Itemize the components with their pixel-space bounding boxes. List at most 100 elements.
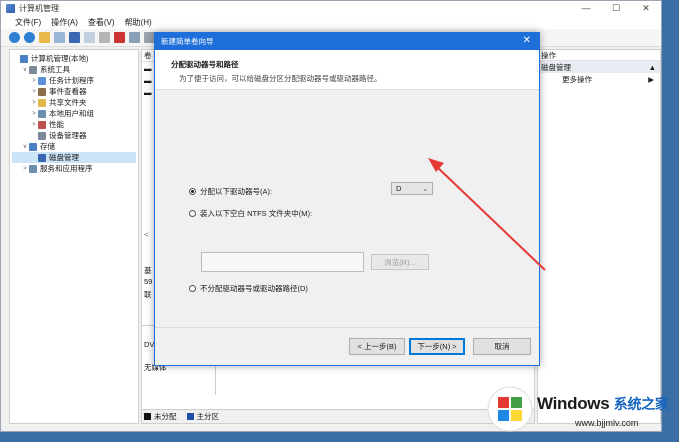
- dialog-subheading: 为了便于访问，可以给磁盘分区分配驱动器号或驱动器路径。: [179, 74, 382, 83]
- volume-row[interactable]: ▬: [144, 76, 152, 85]
- tree-item[interactable]: > 服务和应用程序: [12, 163, 136, 174]
- dialog-footer: < 上一步(B) 下一步(N) > 取消: [155, 327, 539, 365]
- next-button[interactable]: 下一步(N) >: [409, 338, 465, 355]
- expand-right-icon[interactable]: >: [30, 122, 38, 128]
- legend-label-primary: 主分区: [196, 412, 220, 421]
- tree-item[interactable]: 磁盘管理: [12, 152, 136, 163]
- tree-item-label: 计算机管理(本地): [31, 54, 89, 63]
- tree-node-icon: [38, 98, 46, 107]
- title-bar: 计算机管理 — ☐ ✕: [1, 1, 661, 15]
- cancel-button[interactable]: 取消: [473, 338, 531, 355]
- drive-letter-select[interactable]: D ⌄: [391, 182, 433, 195]
- delete-icon[interactable]: [114, 32, 125, 43]
- brand-en: Windows: [537, 394, 610, 413]
- tree-item-label: 存储: [40, 142, 55, 151]
- legend-label-unallocated: 未分配: [154, 412, 177, 421]
- back-button[interactable]: < 上一步(B): [349, 338, 405, 355]
- tree-node-icon: [20, 54, 28, 63]
- tree-item-label: 本地用户和组: [49, 109, 94, 118]
- collapse-icon[interactable]: ▲: [649, 63, 656, 72]
- option-mount-ntfs-folder[interactable]: 装入以下空白 NTFS 文件夹中(M):: [189, 208, 312, 219]
- actions-section-disk-management[interactable]: 磁盘管理 ▲: [538, 61, 660, 73]
- volume-row[interactable]: ▬: [144, 64, 152, 73]
- new-simple-volume-wizard: 新建简单卷向导 ✕ 分配驱动器号和路径 为了便于访问，可以给磁盘分区分配驱动器号…: [154, 32, 540, 366]
- tree-node-icon: [38, 153, 46, 162]
- radio-no-drive-letter[interactable]: [189, 285, 196, 292]
- help-icon[interactable]: [69, 32, 80, 43]
- expand-right-icon[interactable]: >: [30, 89, 38, 95]
- menu-file[interactable]: 文件(F): [15, 17, 41, 28]
- dialog-body: 分配以下驱动器号(A): D ⌄ 装入以下空白 NTFS 文件夹中(M): 浏览…: [155, 90, 539, 328]
- tree-item[interactable]: > 事件查看器: [12, 86, 136, 97]
- brand-text: Windows 系统之家: [537, 394, 669, 414]
- tree-item[interactable]: > 任务计划程序: [12, 75, 136, 86]
- watermark-logo: Windows 系统之家 www.bjjmlv.com: [479, 382, 679, 442]
- disk-icon[interactable]: [129, 32, 140, 43]
- tree-item[interactable]: ∨ 存储: [12, 141, 136, 152]
- volume-row[interactable]: ▬: [144, 88, 152, 97]
- tree-node-icon: [38, 120, 46, 129]
- more-actions-label: 更多操作: [562, 74, 592, 84]
- radio-mount-ntfs-folder[interactable]: [189, 210, 196, 217]
- tree-item[interactable]: > 本地用户和组: [12, 108, 136, 119]
- menu-action[interactable]: 操作(A): [51, 17, 78, 28]
- tree-item-label: 事件查看器: [49, 87, 87, 96]
- expand-right-icon[interactable]: >: [21, 166, 29, 172]
- tree-node-icon: [29, 164, 37, 173]
- legend-swatch-unallocated: [144, 413, 151, 420]
- tree-node-icon: [29, 65, 37, 74]
- tree-node-icon: [29, 142, 37, 151]
- menu-view[interactable]: 查看(V): [88, 17, 115, 28]
- properties-icon[interactable]: [84, 32, 95, 43]
- browse-button[interactable]: 浏览(R)...: [371, 254, 429, 270]
- option-no-drive-letter-label: 不分配驱动器号或驱动器路径(D): [200, 284, 308, 293]
- dialog-title-bar: 新建简单卷向导 ✕: [155, 33, 539, 50]
- tree-item[interactable]: 设备管理器: [12, 130, 136, 141]
- legend-swatch-primary: [186, 413, 194, 420]
- chevron-down-icon: ⌄: [422, 185, 428, 193]
- dialog-header: 分配驱动器号和路径 为了便于访问，可以给磁盘分区分配驱动器号或驱动器路径。: [155, 50, 539, 90]
- show-tree-icon[interactable]: [54, 32, 65, 43]
- disk-size: 59: [144, 277, 153, 286]
- disk-status: 联: [144, 290, 152, 299]
- key-icon[interactable]: [99, 32, 110, 43]
- more-actions-item[interactable]: 更多操作 ▶: [538, 73, 660, 85]
- back-icon[interactable]: [9, 32, 20, 43]
- tree-item-label: 服务和应用程序: [40, 164, 93, 173]
- forward-icon[interactable]: [24, 32, 35, 43]
- expand-right-icon[interactable]: >: [30, 78, 38, 84]
- folder-path-input[interactable]: [201, 252, 364, 272]
- window-controls: — ☐ ✕: [571, 1, 661, 15]
- drive-letter-value: D: [396, 184, 402, 193]
- close-button[interactable]: ✕: [631, 1, 661, 15]
- actions-section-label: 磁盘管理: [541, 62, 571, 72]
- menu-help[interactable]: 帮助(H): [125, 17, 152, 28]
- option-assign-drive-letter[interactable]: 分配以下驱动器号(A):: [189, 186, 272, 197]
- tree-item-label: 系统工具: [40, 65, 70, 74]
- scroll-left-icon[interactable]: <: [144, 230, 148, 239]
- legend-bar: 未分配 主分区: [142, 409, 534, 423]
- tree-item[interactable]: ∨ 系统工具: [12, 64, 136, 75]
- tree-item[interactable]: > 性能: [12, 119, 136, 130]
- tree-item-label: 任务计划程序: [49, 76, 94, 85]
- tree-item[interactable]: > 共享文件夹: [12, 97, 136, 108]
- expand-down-icon[interactable]: ∨: [21, 143, 29, 150]
- maximize-button[interactable]: ☐: [601, 1, 631, 15]
- dialog-close-button[interactable]: ✕: [523, 35, 531, 46]
- expand-down-icon[interactable]: ∨: [21, 66, 29, 73]
- radio-assign-drive-letter[interactable]: [189, 188, 196, 195]
- minimize-button[interactable]: —: [571, 1, 601, 15]
- expand-right-icon[interactable]: >: [30, 100, 38, 106]
- dialog-title: 新建简单卷向导: [161, 37, 214, 46]
- option-no-drive-letter[interactable]: 不分配驱动器号或驱动器路径(D): [189, 283, 308, 294]
- up-folder-icon[interactable]: [39, 32, 50, 43]
- actions-header: 操作: [538, 50, 660, 61]
- tree-node-icon: [38, 109, 46, 118]
- tree-node-icon: [38, 131, 46, 140]
- computer-management-icon: [6, 3, 15, 13]
- expand-right-icon[interactable]: >: [30, 111, 38, 117]
- option-mount-ntfs-folder-label: 装入以下空白 NTFS 文件夹中(M):: [200, 209, 313, 218]
- tree-item-label: 性能: [49, 120, 64, 129]
- tree-item[interactable]: 计算机管理(本地): [12, 53, 136, 64]
- tree-item-label: 共享文件夹: [49, 98, 87, 107]
